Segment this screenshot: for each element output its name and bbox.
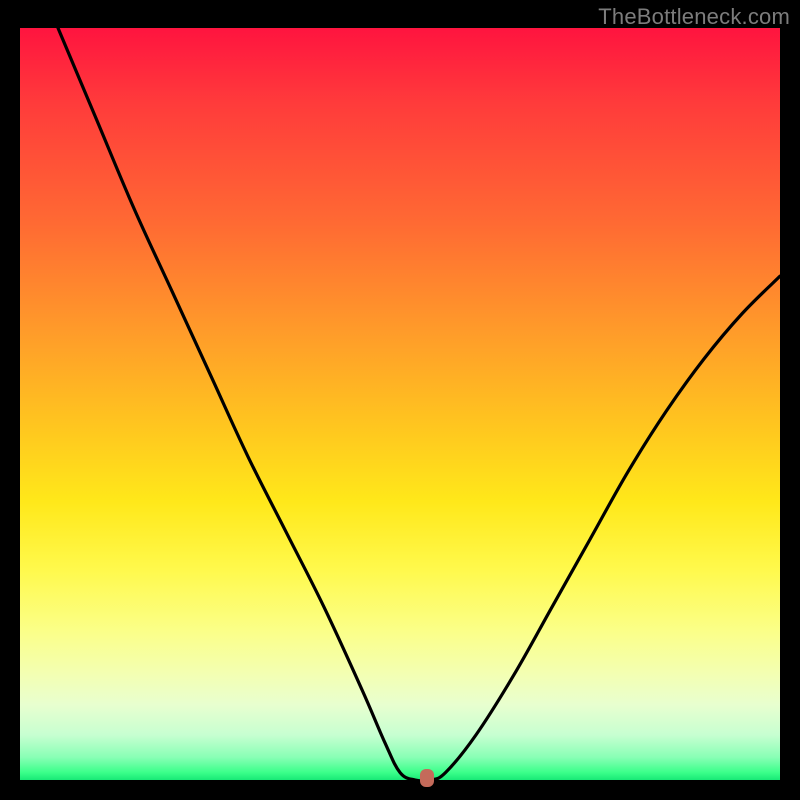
bottleneck-curve [20, 28, 780, 780]
plot-area [20, 28, 780, 780]
optimum-marker [420, 769, 434, 787]
chart-frame: TheBottleneck.com [0, 0, 800, 800]
watermark-label: TheBottleneck.com [598, 4, 790, 30]
curve-path [58, 28, 780, 780]
